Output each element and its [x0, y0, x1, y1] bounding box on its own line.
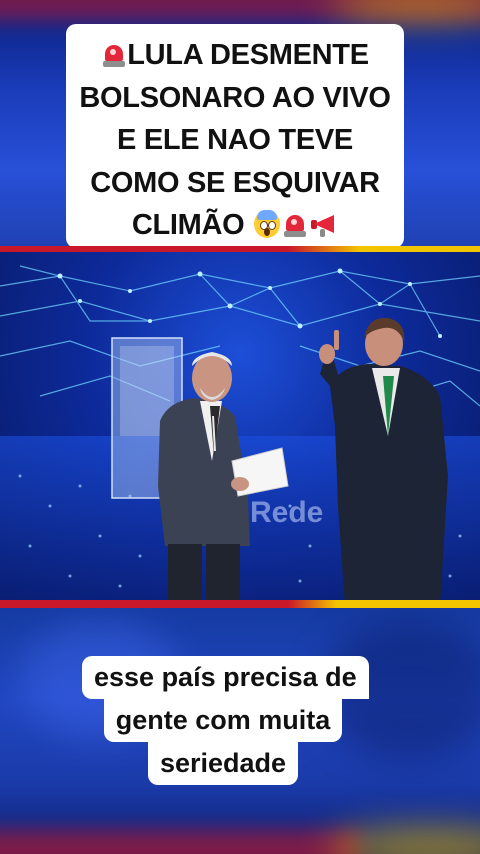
subtitle-caption: esse país precisa de gente com muita ser…: [82, 656, 369, 785]
title-line-5-text: CLIMÃO: [131, 209, 245, 241]
megaphone-icon: [308, 209, 338, 239]
police-siren-icon: [101, 42, 127, 68]
background-red-band-bottom: [0, 830, 360, 854]
subtitle-line-2: gente com muita: [103, 699, 343, 742]
title-card: LULA DESMENTE BOLSONARO AO VIVO E ELE NA…: [66, 24, 404, 248]
title-line-2: BOLSONARO AO VIVO: [79, 81, 391, 114]
police-siren-icon: [282, 212, 308, 238]
title-line-4: COMO SE ESQUIVAR: [90, 166, 380, 199]
subtitle-line-3: seriedade: [147, 742, 299, 785]
subtitle-line-1: esse país precisa de: [82, 656, 369, 699]
title-line-1: LULA DESMENTE: [72, 34, 398, 77]
screaming-face-icon: [252, 209, 282, 239]
title-line-5: CLIMÃO: [72, 204, 398, 247]
video-border-top: [0, 246, 480, 252]
video-screen[interactable]: LULA DESMENTE BOLSONARO AO VIVO E ELE NA…: [0, 0, 480, 854]
video-border-bottom: [0, 600, 480, 608]
title-line-3: E ELE NAO TEVE: [117, 124, 353, 156]
debate-scene: Rede: [0, 265, 480, 608]
title-line-1-text: LULA DESMENTE: [127, 39, 369, 71]
podium-text: Rede: [250, 496, 323, 529]
video-frame[interactable]: Rede: [0, 246, 480, 608]
